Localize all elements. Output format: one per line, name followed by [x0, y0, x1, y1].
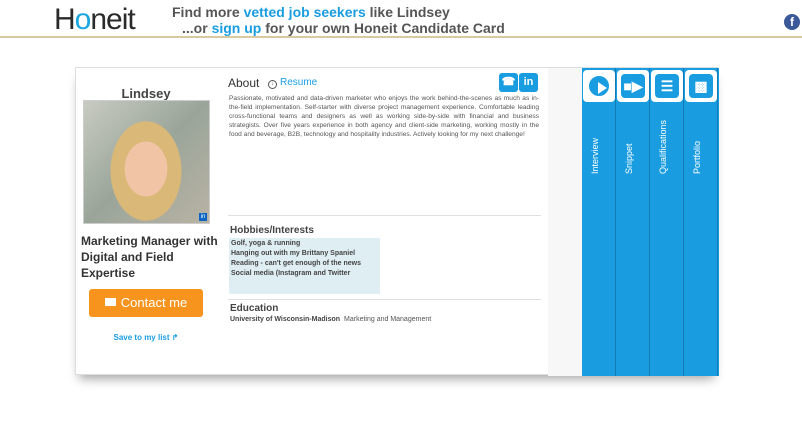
tab-qualifications[interactable]: ☰ Qualifications: [650, 68, 684, 376]
education-entry: University of Wisconsin-Madison Marketing…: [230, 316, 431, 323]
resume-label: Resume: [280, 77, 318, 88]
download-icon: ↓: [268, 80, 277, 89]
save-to-list-link[interactable]: Save to my list ↱: [76, 333, 216, 342]
honeit-logo[interactable]: Honeit: [54, 3, 136, 37]
tagline-prefix-2: ...or: [182, 20, 212, 36]
list-item: Hanging out with my Brittany Spaniel: [231, 250, 356, 257]
video-glyph: ■▶: [621, 74, 645, 98]
sign-up-link[interactable]: sign up: [212, 20, 262, 36]
candidate-title: Marketing Manager with Digital and Field…: [81, 234, 218, 280]
vetted-job-seekers-link[interactable]: vetted job seekers: [244, 4, 366, 20]
tagline-line-2: ...or sign up for your own Honeit Candid…: [172, 20, 505, 36]
play-glyph: [587, 74, 611, 98]
list-item: Golf, yoga & running: [231, 240, 301, 247]
tab-interview[interactable]: Interview: [582, 68, 616, 376]
phone-icon[interactable]: ☎: [499, 73, 518, 92]
resume-link[interactable]: ↓ Resume: [268, 77, 317, 89]
list-icon: ☰: [651, 70, 683, 102]
tab-label: Qualifications: [658, 119, 668, 174]
details-column: About ↓ Resume ☎ in Passionate, motivated …: [228, 68, 546, 376]
play-triangle: [598, 82, 607, 94]
briefcase-icon: ▩: [685, 70, 717, 102]
candidate-name: Lindsey: [121, 86, 171, 101]
site-header: Honeit Find more vetted job seekers like…: [0, 0, 802, 38]
divider: [228, 215, 541, 216]
about-heading: About: [228, 76, 260, 90]
list-glyph: ☰: [655, 74, 679, 98]
tab-label: Snippet: [624, 143, 634, 174]
tab-portfolio[interactable]: ▩ Portfolio: [684, 68, 718, 376]
tagline-prefix-1: Find more: [172, 4, 244, 20]
linkedin-icon[interactable]: in: [519, 73, 538, 92]
candidate-card: Lindsey in Marketing Manager with Digita…: [75, 67, 719, 376]
logo-text-accent: o: [74, 3, 92, 36]
facebook-icon[interactable]: f: [784, 14, 800, 30]
card-tabs: Interview ■▶ Snippet ☰ Qualifications ▩ …: [582, 68, 719, 376]
video-camera-icon: ■▶: [617, 70, 649, 102]
card-spacer: [548, 68, 582, 376]
header-tagline: Find more vetted job seekers like Lindse…: [172, 4, 505, 36]
school-name: University of Wisconsin-Madison: [230, 316, 341, 323]
contact-me-label: Contact me: [120, 295, 188, 310]
logo-text-rest: neit: [90, 3, 135, 36]
list-item: Social media (Instagram and Twitter: [231, 270, 351, 277]
about-text: Passionate, motivated and data-driven ma…: [229, 95, 539, 138]
envelope-icon: [104, 298, 116, 306]
hobbies-list[interactable]: Golf, yoga & running Hanging out with my…: [229, 238, 380, 294]
tagline-line-1: Find more vetted job seekers like Lindse…: [172, 4, 505, 20]
linkedin-badge-icon: in: [199, 213, 207, 221]
tagline-suffix-1: like Lindsey: [365, 4, 450, 20]
tab-label: Interview: [590, 137, 600, 174]
logo-text-h: H: [54, 3, 76, 36]
tab-label: Portfolio: [692, 140, 702, 174]
education-heading: Education: [230, 303, 279, 314]
divider: [228, 299, 541, 300]
briefcase-glyph: ▩: [689, 74, 713, 98]
tagline-suffix-2: for your own Honeit Candidate Card: [261, 20, 505, 36]
quick-contact-icons: ☎ in: [498, 72, 538, 92]
field-of-study: Marketing and Management: [344, 316, 432, 323]
play-icon: [583, 70, 615, 102]
profile-column: Lindsey in Marketing Manager with Digita…: [76, 68, 221, 376]
contact-me-button[interactable]: Contact me: [89, 289, 203, 317]
hobbies-heading: Hobbies/Interests: [230, 225, 314, 236]
tab-snippet[interactable]: ■▶ Snippet: [616, 68, 650, 376]
profile-photo: in: [83, 100, 210, 224]
list-item: Reading - can't get enough of the news: [231, 260, 362, 267]
